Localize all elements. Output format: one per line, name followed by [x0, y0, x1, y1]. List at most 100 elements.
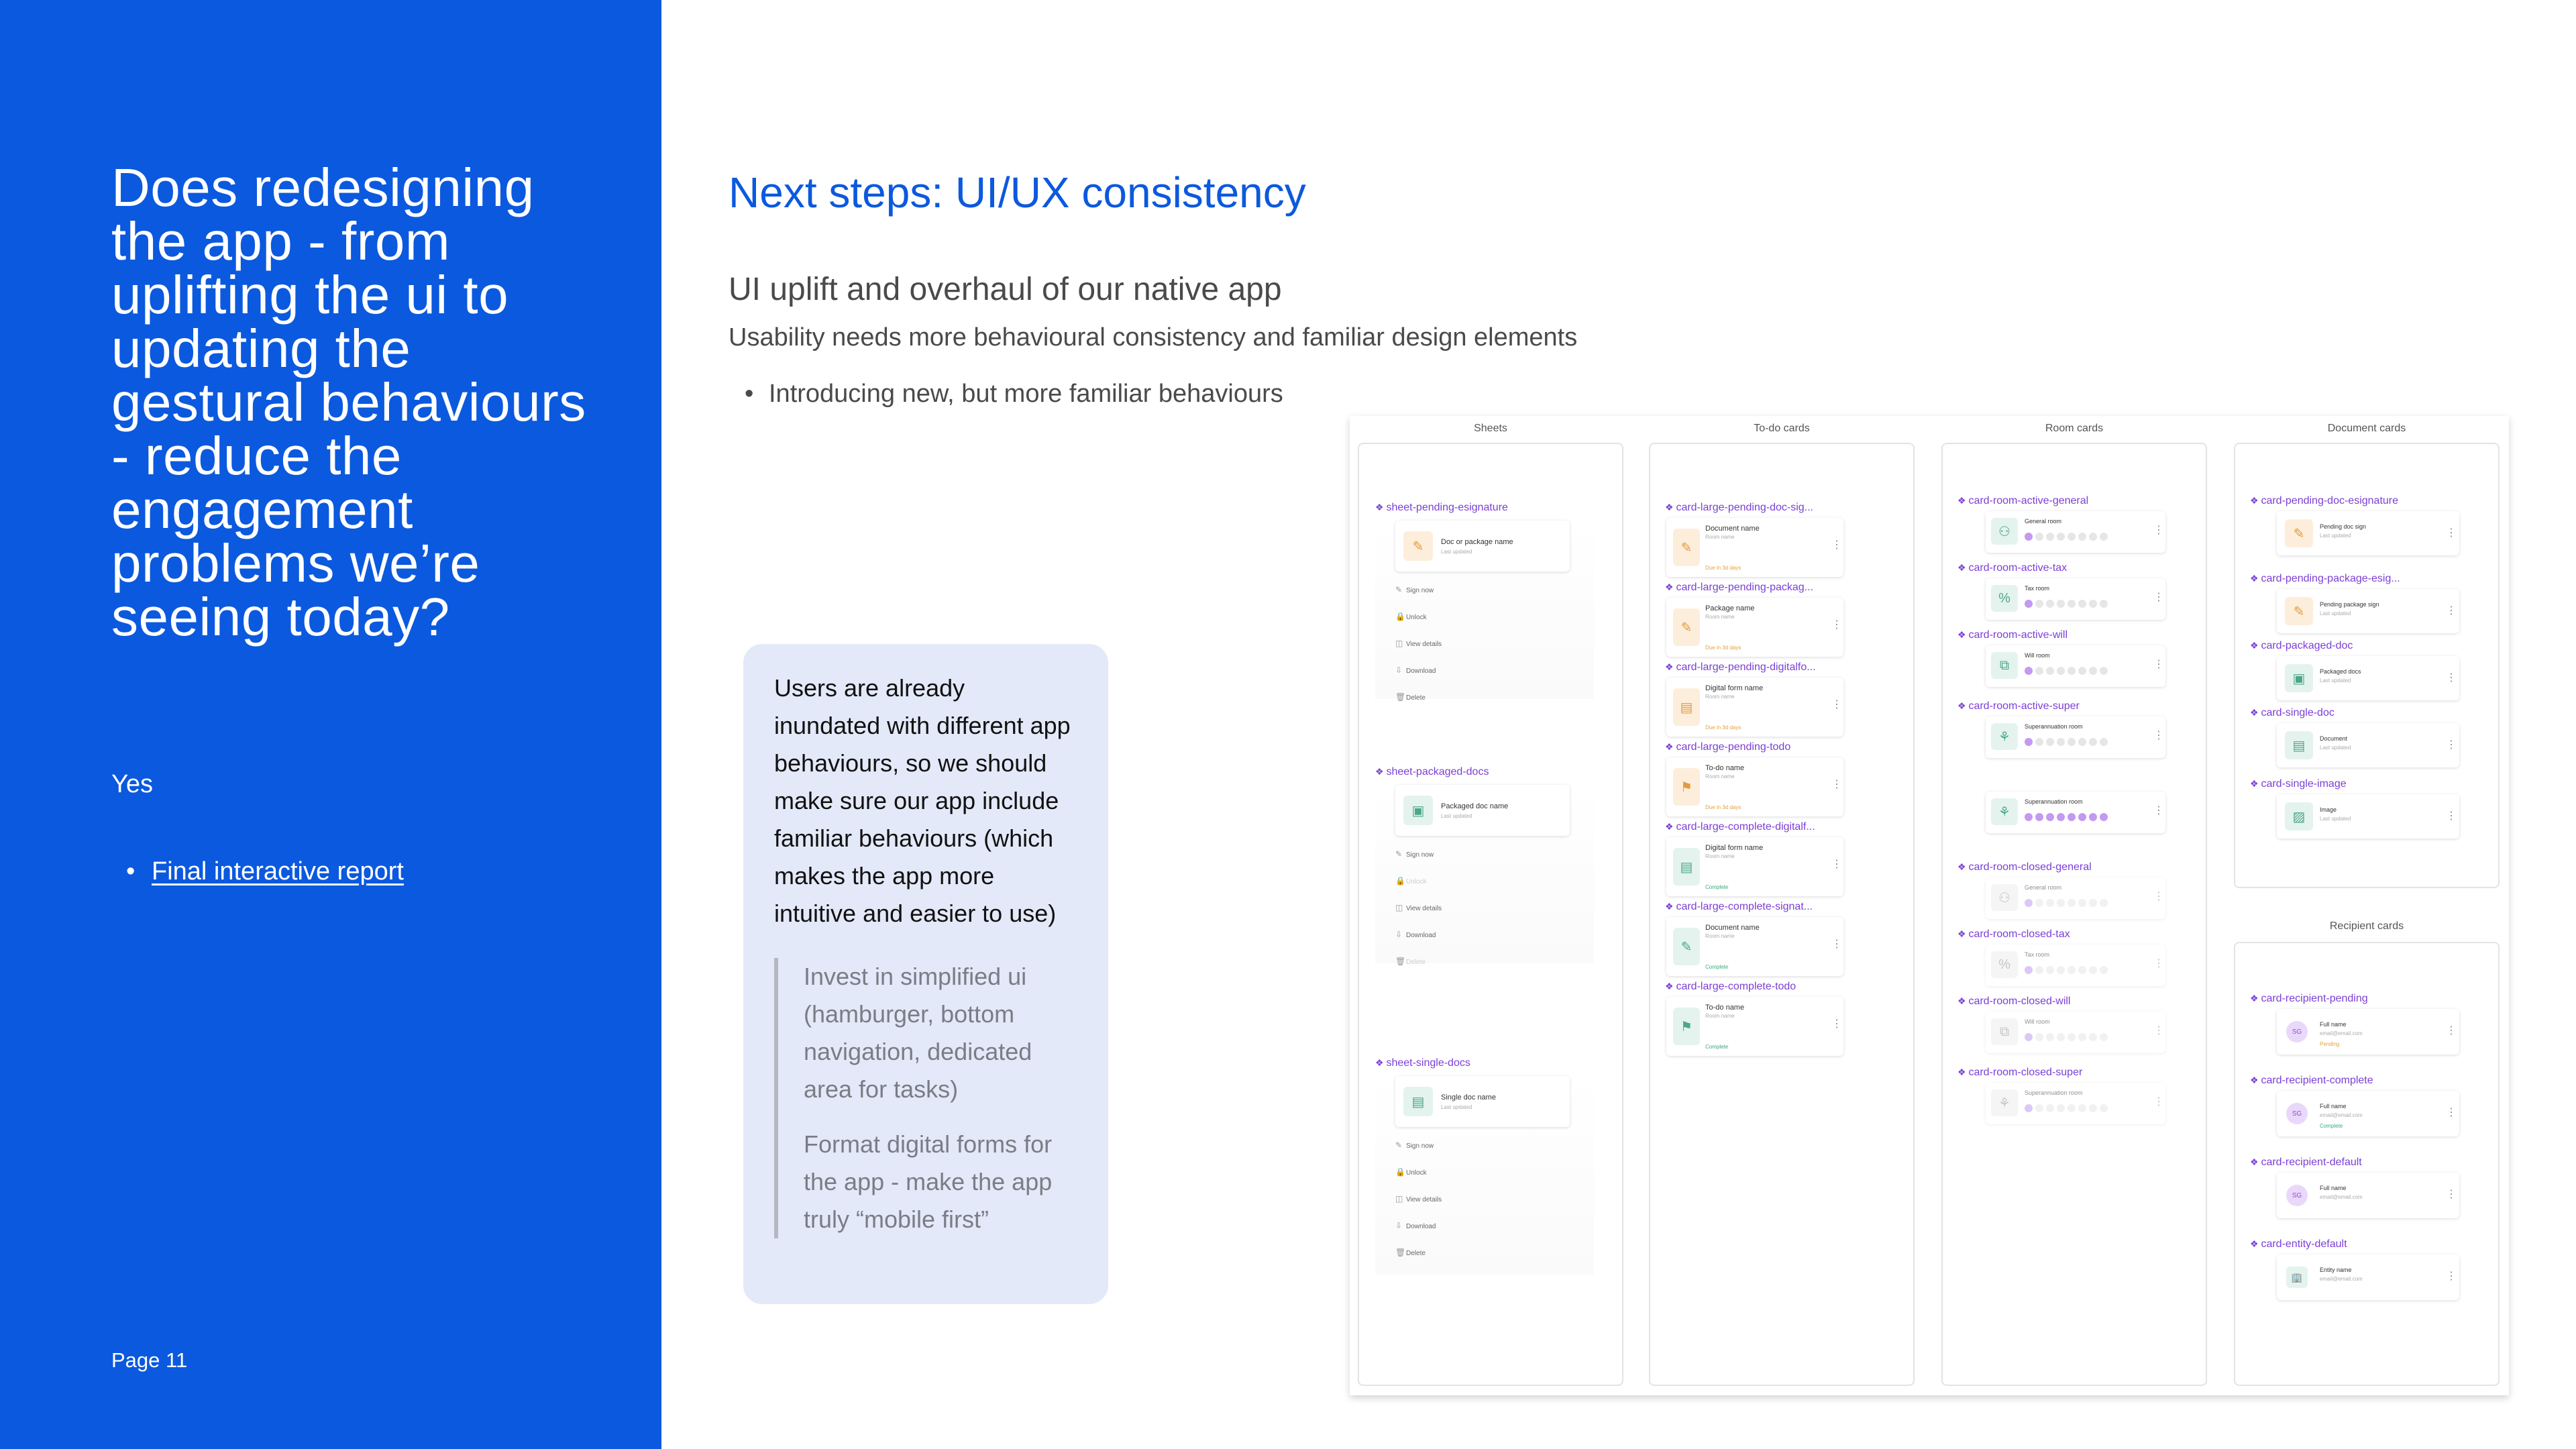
document-title: Pending package sign: [2320, 601, 2379, 608]
doc-updated: Last updated: [1441, 813, 1472, 819]
member-avatar: [2100, 667, 2108, 675]
sheet-action-label: Sign now: [1406, 1142, 1434, 1150]
more-icon: ⋮: [2446, 1107, 2457, 1118]
member-avatar: [2100, 738, 2108, 746]
room-title: Superannuation room: [2025, 1089, 2083, 1096]
sheet-action-item: 🗑Delete: [1395, 1248, 1426, 1257]
component-label: card-entity-default: [2250, 1238, 2347, 1250]
room-icon: ⚘: [1991, 723, 2018, 750]
member-avatar: [2100, 600, 2108, 608]
member-avatar: [2035, 738, 2043, 746]
todo-room: Room name: [1705, 614, 1735, 620]
member-avatar: [2089, 1104, 2097, 1112]
component-label: card-single-image: [2250, 778, 2346, 790]
todo-status: Complete: [1705, 884, 1729, 890]
member-avatar: [2078, 1104, 2086, 1112]
bullet-list: Introducing new, but more familiar behav…: [745, 380, 1283, 409]
more-icon: ⋮: [1831, 779, 1842, 790]
report-link-item: Final interactive report: [126, 857, 404, 886]
member-avatar: [2068, 1104, 2076, 1112]
recipient-email: email@email.com: [2320, 1030, 2363, 1036]
document-updated: Last updated: [2320, 745, 2351, 751]
more-icon: ⋮: [2153, 1025, 2164, 1036]
more-icon: ⋮: [2153, 525, 2164, 536]
component-label: card-room-closed-will: [1957, 996, 2070, 1008]
sheet-action-icon: ⇩: [1395, 1221, 1403, 1230]
member-avatar: [2089, 899, 2097, 907]
todo-icon: ⚑: [1673, 1008, 1700, 1045]
doc-name: Packaged doc name: [1441, 802, 1509, 810]
sheet-action-item: ⇩ Download: [1395, 1221, 1436, 1230]
room-card: ⧉ Will room ⋮: [1986, 1012, 2165, 1053]
bullet-item: Introducing new, but more familiar behav…: [745, 380, 1283, 409]
member-avatar: [2035, 966, 2043, 974]
sheet-doc-card: ▣ Packaged doc name Last updated: [1395, 785, 1570, 836]
room-icon: %: [1991, 951, 2018, 978]
todo-card: ⚑ To-do name Room name Due in 3d days ⋮: [1666, 757, 1843, 816]
more-icon: ⋮: [2153, 1096, 2164, 1108]
doc-name: Doc or package name: [1441, 538, 1513, 546]
component-label: card-room-closed-general: [1957, 861, 2091, 873]
more-icon: ⋮: [1831, 539, 1842, 551]
sheet-action-label: Delete: [1406, 1250, 1426, 1257]
todo-title: Document name: [1705, 525, 1760, 533]
column-title-documents: Document cards: [2327, 423, 2406, 434]
more-icon: ⋮: [1831, 938, 1842, 950]
sheet-action-icon: 🗑: [1395, 692, 1406, 702]
member-avatar: [2035, 667, 2043, 675]
document-card: ✎ Pending package sign Last updated ⋮: [2277, 589, 2459, 633]
member-avatar: [2046, 533, 2054, 541]
more-icon: ⋮: [2446, 810, 2457, 822]
todo-card: ▤ Digital form name Room name Complete ⋮: [1666, 837, 1843, 896]
sheet-action-label: Download: [1406, 1223, 1436, 1230]
more-icon: ⋮: [2446, 672, 2457, 684]
component-label: card-large-pending-todo: [1665, 741, 1790, 753]
member-avatar: [2089, 966, 2097, 974]
todo-card: ⚑ To-do name Room name Complete ⋮: [1666, 997, 1843, 1056]
member-avatar: [2089, 738, 2097, 746]
member-avatar: [2068, 1033, 2076, 1041]
sheet-action-icon: 🔒: [1395, 1167, 1405, 1177]
todo-room: Room name: [1705, 773, 1735, 780]
sheet-action-label: Unlock: [1406, 614, 1427, 621]
more-icon: ⋮: [2446, 1271, 2457, 1282]
subtext: Usability needs more behavioural consist…: [729, 323, 1578, 352]
room-card: ⧉ Will room ⋮: [1986, 645, 2165, 687]
member-avatar: [2078, 899, 2086, 907]
recipient-status: Pending: [2320, 1041, 2340, 1047]
component-label: card-room-active-will: [1957, 629, 2068, 641]
component-label: card-room-active-tax: [1957, 562, 2067, 574]
more-icon: ⋮: [2446, 1025, 2457, 1036]
more-icon: ⋮: [2446, 1189, 2457, 1200]
member-avatars: [2025, 667, 2108, 675]
document-updated: Last updated: [2320, 678, 2351, 684]
sheet-doc-card: ✎ Doc or package name Last updated: [1395, 521, 1570, 572]
todo-title: To-do name: [1705, 764, 1745, 772]
todo-title: Package name: [1705, 604, 1755, 612]
room-icon: %: [1991, 585, 2018, 612]
member-avatar: [2068, 966, 2076, 974]
final-report-link[interactable]: Final interactive report: [152, 857, 404, 885]
left-panel: Does redesigning the app - from upliftin…: [0, 0, 661, 1449]
document-card: ▨ Image Last updated ⋮: [2277, 794, 2459, 839]
document-icon: ▨: [2285, 802, 2313, 830]
document-updated: Last updated: [2320, 816, 2351, 822]
column-title-todo: To-do cards: [1754, 423, 1810, 434]
todo-title: Digital form name: [1705, 684, 1764, 692]
answer-text: Yes: [111, 770, 153, 798]
sheet-action-item: ◫ View details: [1395, 639, 1442, 648]
member-avatar: [2046, 1104, 2054, 1112]
sheet-action-icon: ◫: [1395, 903, 1403, 912]
member-avatar: [2057, 1033, 2065, 1041]
todo-icon: ▤: [1673, 688, 1700, 726]
sheet-action-item: ⇩ Download: [1395, 665, 1436, 675]
todo-status: Complete: [1705, 964, 1729, 970]
member-avatar: [2068, 738, 2076, 746]
document-card: ▣ Packaged docs Last updated ⋮: [2277, 656, 2459, 700]
sheet-action-icon: 🔒: [1395, 876, 1405, 885]
recipient-name: Entity name: [2320, 1267, 2352, 1273]
member-avatars: [2025, 600, 2108, 608]
slide-question-title: Does redesigning the app - from upliftin…: [111, 158, 586, 647]
member-avatar: [2068, 813, 2076, 821]
more-icon: ⋮: [2446, 605, 2457, 616]
